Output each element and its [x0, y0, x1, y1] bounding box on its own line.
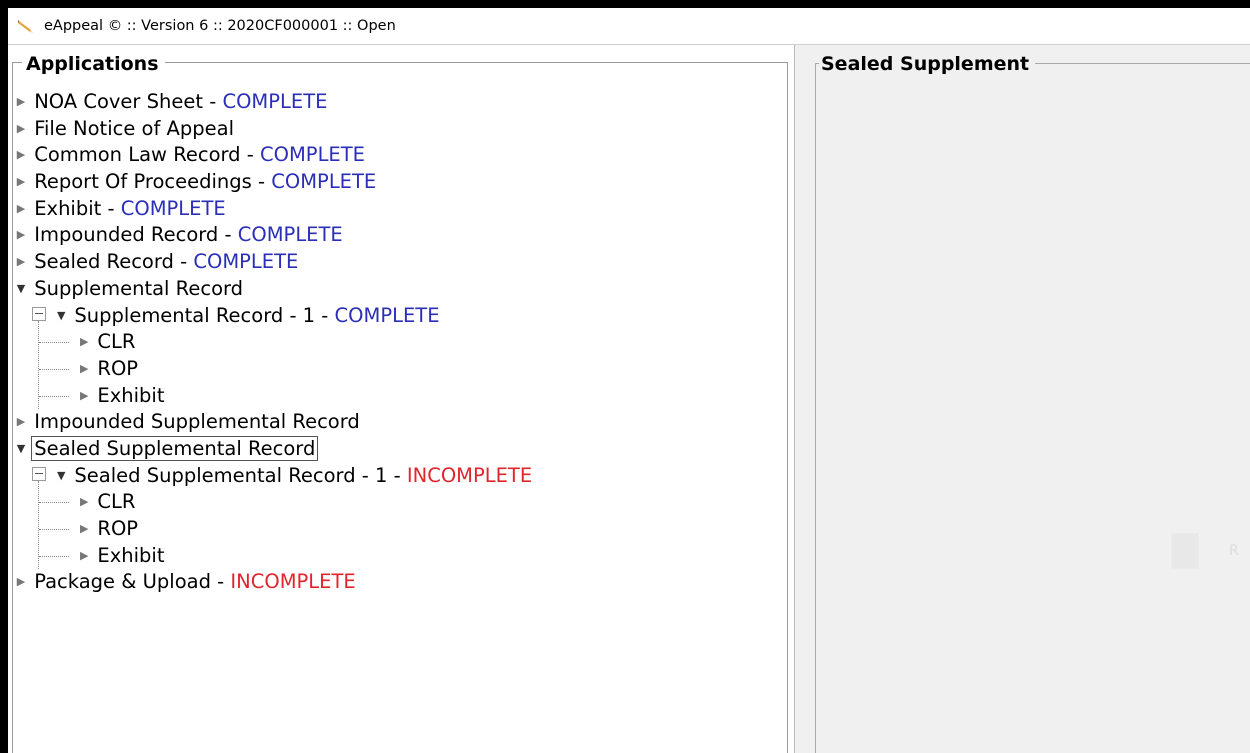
sealed-supplement-legend: Sealed Supplement: [819, 53, 1036, 75]
tree-item-label: Supplemental Record - 1: [74, 303, 316, 327]
triangle-right-icon[interactable]: ▶: [77, 543, 91, 570]
tree-item-label: ROP: [97, 517, 139, 540]
tree-item-label: Sealed Supplemental Record: [31, 435, 319, 461]
tree-item-rop[interactable]: ▶ ROP: [8, 516, 792, 543]
tree-item-exhibit[interactable]: ▶ Exhibit - COMPLETE: [8, 196, 792, 223]
tree-item-rop[interactable]: ▶ ROP: [8, 356, 792, 383]
tree-connector: [39, 342, 69, 344]
status-complete: COMPLETE: [334, 303, 440, 327]
tree-item-clr[interactable]: ▶ CLR: [8, 489, 792, 516]
tree-item-label: File Notice of Appeal: [34, 116, 234, 140]
tree-item-report-of-proceedings[interactable]: ▶ Report Of Proceedings - COMPLETE: [8, 169, 792, 196]
tree-item-separator: -: [209, 90, 223, 113]
triangle-down-icon[interactable]: ▼: [54, 303, 68, 330]
tree-item-label: Exhibit: [34, 196, 102, 220]
triangle-right-icon[interactable]: ▶: [14, 249, 28, 276]
faded-label: R: [1229, 543, 1239, 559]
tree-connector: [39, 368, 69, 370]
triangle-right-icon[interactable]: ▶: [14, 569, 28, 596]
applications-legend: Applications: [22, 53, 165, 75]
tree-item-label: Sealed Supplemental Record - 1: [74, 463, 388, 487]
sealed-supplement-panel: Sealed Supplement R: [811, 45, 1250, 753]
panel-splitter[interactable]: [794, 45, 812, 753]
status-incomplete: INCOMPLETE: [230, 570, 356, 594]
tree-item-label: CLR: [97, 490, 136, 514]
tree-item-label: CLR: [97, 330, 136, 354]
triangle-right-icon[interactable]: ▶: [14, 169, 28, 196]
tree-item-separator: -: [393, 463, 407, 487]
tree-item-separator: -: [217, 570, 231, 594]
tree-item-exhibit-sub[interactable]: ▶ Exhibit: [8, 543, 792, 570]
tree-item-supplemental-record-1[interactable]: ▼ Supplemental Record - 1 - COMPLETE: [8, 303, 792, 330]
tree-item-label: ROP: [97, 356, 139, 380]
triangle-right-icon[interactable]: ▶: [14, 116, 28, 143]
tree-item-label: Impounded Supplemental Record: [34, 410, 360, 434]
tree-item-exhibit-sub[interactable]: ▶ Exhibit: [8, 383, 792, 410]
collapse-box-icon[interactable]: [32, 307, 46, 321]
tree-connector: [39, 555, 69, 557]
tree-item-label: Sealed Record: [34, 250, 174, 274]
tree-item-package-upload[interactable]: ▶ Package & Upload - INCOMPLETE: [8, 569, 792, 596]
triangle-right-icon[interactable]: ▶: [14, 142, 28, 169]
status-complete: COMPLETE: [193, 250, 299, 274]
tree-item-impounded-supplemental-record[interactable]: ▶ Impounded Supplemental Record: [8, 409, 792, 436]
tree-connector: [39, 529, 69, 530]
tree-item-impounded-record[interactable]: ▶ Impounded Record - COMPLETE: [8, 222, 792, 249]
triangle-right-icon[interactable]: ▶: [14, 89, 28, 116]
triangle-right-icon[interactable]: ▶: [14, 222, 28, 249]
tree-item-label: Common Law Record: [34, 143, 241, 167]
tree-connector: [39, 502, 69, 504]
pencil-icon: [18, 18, 34, 34]
status-complete: COMPLETE: [237, 223, 343, 247]
tree-item-label: Exhibit: [97, 543, 165, 567]
triangle-right-icon[interactable]: ▶: [77, 329, 91, 356]
tree-item-label: Exhibit: [97, 383, 165, 407]
tree-item-supplemental-record[interactable]: ▼ Supplemental Record: [8, 276, 792, 303]
tree-item-separator: -: [321, 303, 335, 327]
status-complete: COMPLETE: [260, 143, 365, 167]
tree-item-label: NOA Cover Sheet: [34, 90, 204, 113]
triangle-right-icon[interactable]: ▶: [77, 489, 91, 516]
applications-panel: Applications ▶ NOA Cover Sheet - COMPLET…: [8, 45, 792, 753]
tree-item-separator: -: [258, 170, 272, 194]
tree-item-file-notice-of-appeal[interactable]: ▶ File Notice of Appeal: [8, 116, 792, 143]
tree-item-label: Supplemental Record: [34, 276, 244, 300]
tree-item-label: Package & Upload: [34, 570, 211, 594]
window-title: eAppeal © :: Version 6 :: 2020CF000001 :…: [44, 18, 396, 34]
triangle-right-icon[interactable]: ▶: [14, 196, 28, 223]
faded-button[interactable]: [1171, 533, 1199, 569]
tree-item-separator: -: [246, 143, 261, 167]
title-bar: eAppeal © :: Version 6 :: 2020CF000001 :…: [8, 8, 1250, 45]
tree-item-separator: -: [107, 196, 121, 220]
tree-item-noa-cover-sheet[interactable]: ▶ NOA Cover Sheet - COMPLETE: [8, 89, 792, 116]
tree-item-common-law-record[interactable]: ▶ Common Law Record - COMPLETE: [8, 142, 792, 169]
tree-item-label: Impounded Record: [34, 223, 219, 247]
app-window: eAppeal © :: Version 6 :: 2020CF000001 :…: [8, 8, 1250, 753]
triangle-right-icon[interactable]: ▶: [14, 409, 28, 436]
triangle-right-icon[interactable]: ▶: [77, 383, 91, 410]
status-complete: COMPLETE: [222, 90, 328, 113]
status-complete: COMPLETE: [120, 196, 226, 220]
triangle-right-icon[interactable]: ▶: [77, 516, 91, 543]
triangle-down-icon[interactable]: ▼: [14, 276, 28, 303]
tree-item-separator: -: [224, 223, 238, 247]
tree-item-sealed-supplemental-record[interactable]: ▼ Sealed Supplemental Record: [8, 435, 792, 463]
tree-item-sealed-supplemental-record-1[interactable]: ▼ Sealed Supplemental Record - 1 - INCOM…: [8, 463, 792, 490]
tree-connector: [39, 395, 69, 397]
tree-item-sealed-record[interactable]: ▶ Sealed Record - COMPLETE: [8, 249, 792, 276]
tree-item-clr[interactable]: ▶ CLR: [8, 329, 792, 356]
sealed-supplement-group-border: [815, 63, 1250, 753]
triangle-down-icon[interactable]: ▼: [14, 436, 28, 463]
triangle-down-icon[interactable]: ▼: [54, 463, 68, 490]
status-incomplete: INCOMPLETE: [406, 463, 533, 487]
applications-tree: ▶ NOA Cover Sheet - COMPLETE ▶ File Noti…: [8, 89, 792, 596]
tree-item-label: Report Of Proceedings: [34, 170, 252, 194]
tree-item-separator: -: [180, 250, 194, 274]
collapse-box-icon[interactable]: [32, 467, 46, 482]
triangle-right-icon[interactable]: ▶: [77, 356, 91, 383]
status-complete: COMPLETE: [271, 170, 377, 194]
